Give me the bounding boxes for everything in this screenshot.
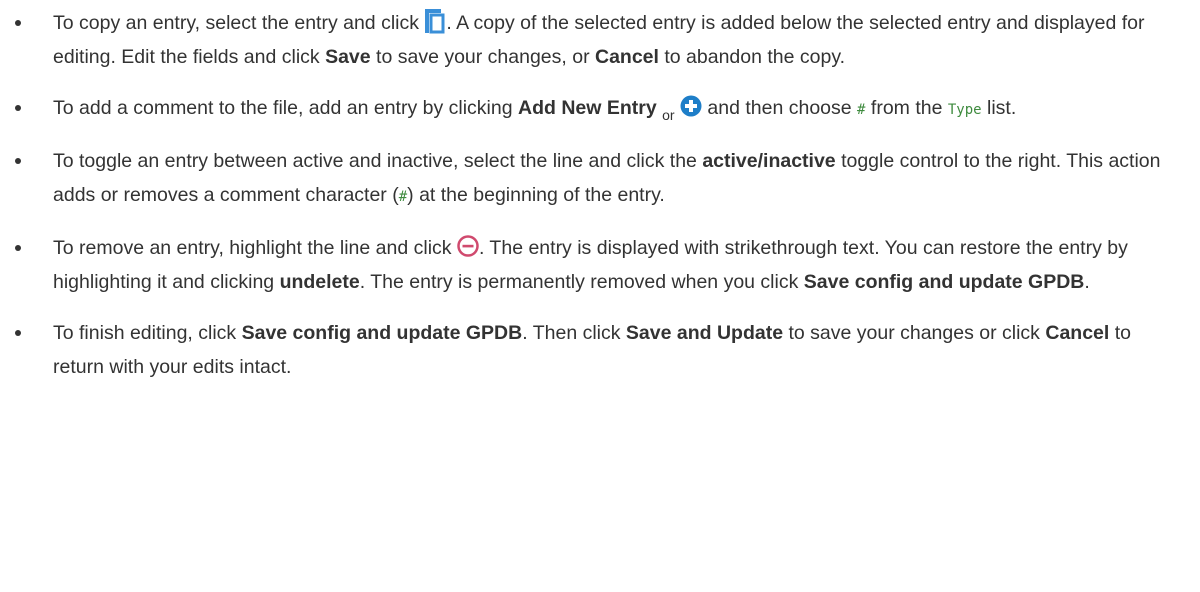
save-config-label: Save config and update GPDB [241, 322, 523, 344]
text: . [1084, 271, 1090, 293]
cancel-label: Cancel [595, 46, 659, 68]
or-text: or [662, 107, 675, 123]
list-item-toggle-entry: To toggle an entry between active and in… [0, 144, 1200, 214]
text: ) at the beginning of the entry. [407, 184, 665, 206]
add-circle-icon [680, 95, 702, 117]
list-item-copy-entry: To copy an entry, select the entry and c… [0, 0, 1200, 74]
save-label: Save [325, 46, 371, 68]
list-item-finish-editing: To finish editing, click Save config and… [0, 316, 1200, 384]
text: To copy an entry, select the entry and c… [53, 12, 425, 34]
text: to abandon the copy. [658, 46, 846, 68]
text: . The entry is permanently removed when … [359, 271, 804, 293]
remove-circle-icon [457, 235, 479, 257]
save-and-update-label: Save and Update [625, 322, 784, 344]
text: . Then click [522, 322, 626, 344]
bullet [15, 20, 21, 26]
list-item-add-comment: To add a comment to the file, add an ent… [0, 91, 1200, 127]
text: to save your changes, or [370, 46, 595, 68]
text: To toggle an entry between active and in… [53, 150, 703, 172]
text: To remove an entry, highlight the line a… [53, 237, 457, 259]
hash-code: # [398, 189, 408, 205]
bullet [15, 330, 21, 336]
save-config-label: Save config and update GPDB [803, 271, 1085, 293]
instruction-list: To copy an entry, select the entry and c… [0, 0, 1200, 384]
cancel-label: Cancel [1045, 322, 1110, 344]
undelete-label: undelete [279, 271, 360, 293]
bullet [15, 105, 21, 111]
text: To finish editing, click [53, 322, 242, 344]
text: from the [865, 97, 948, 119]
active-inactive-label: active/inactive [702, 150, 836, 172]
text: list. [981, 97, 1017, 119]
bullet [15, 158, 21, 164]
bullet [15, 245, 21, 251]
copy-icon [424, 8, 446, 34]
add-new-entry-label: Add New Entry [518, 97, 657, 119]
text: to save your changes or click [783, 322, 1046, 344]
text: and then choose [702, 97, 858, 119]
type-code: Type [947, 102, 982, 118]
list-item-remove-entry: To remove an entry, highlight the line a… [0, 231, 1200, 299]
text: To add a comment to the file, add an ent… [53, 97, 519, 119]
